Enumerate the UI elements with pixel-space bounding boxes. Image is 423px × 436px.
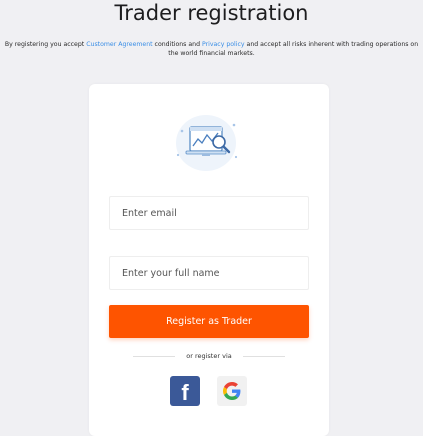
terms-middle: conditions and: [152, 41, 202, 48]
facebook-login-button[interactable]: f: [170, 376, 200, 406]
customer-agreement-link[interactable]: Customer Agreement: [86, 41, 152, 48]
register-as-trader-button[interactable]: Register as Trader: [109, 305, 309, 338]
page-title: Trader registration: [114, 1, 309, 25]
terms-prefix: By registering you accept: [4, 41, 87, 48]
terms-text: By registering you accept Customer Agree…: [0, 40, 423, 58]
chart-magnifier-illustration-icon: [176, 115, 238, 171]
registration-card: Register as Trader or register via f: [89, 84, 329, 436]
facebook-icon: f: [181, 380, 189, 405]
full-name-field[interactable]: [109, 256, 309, 290]
privacy-policy-link[interactable]: Privacy policy: [202, 41, 245, 48]
google-icon: [223, 382, 241, 400]
email-field[interactable]: [109, 196, 309, 230]
google-login-button[interactable]: [217, 376, 247, 406]
or-register-via-divider: or register via: [129, 350, 289, 362]
divider-line-right: [243, 356, 285, 357]
